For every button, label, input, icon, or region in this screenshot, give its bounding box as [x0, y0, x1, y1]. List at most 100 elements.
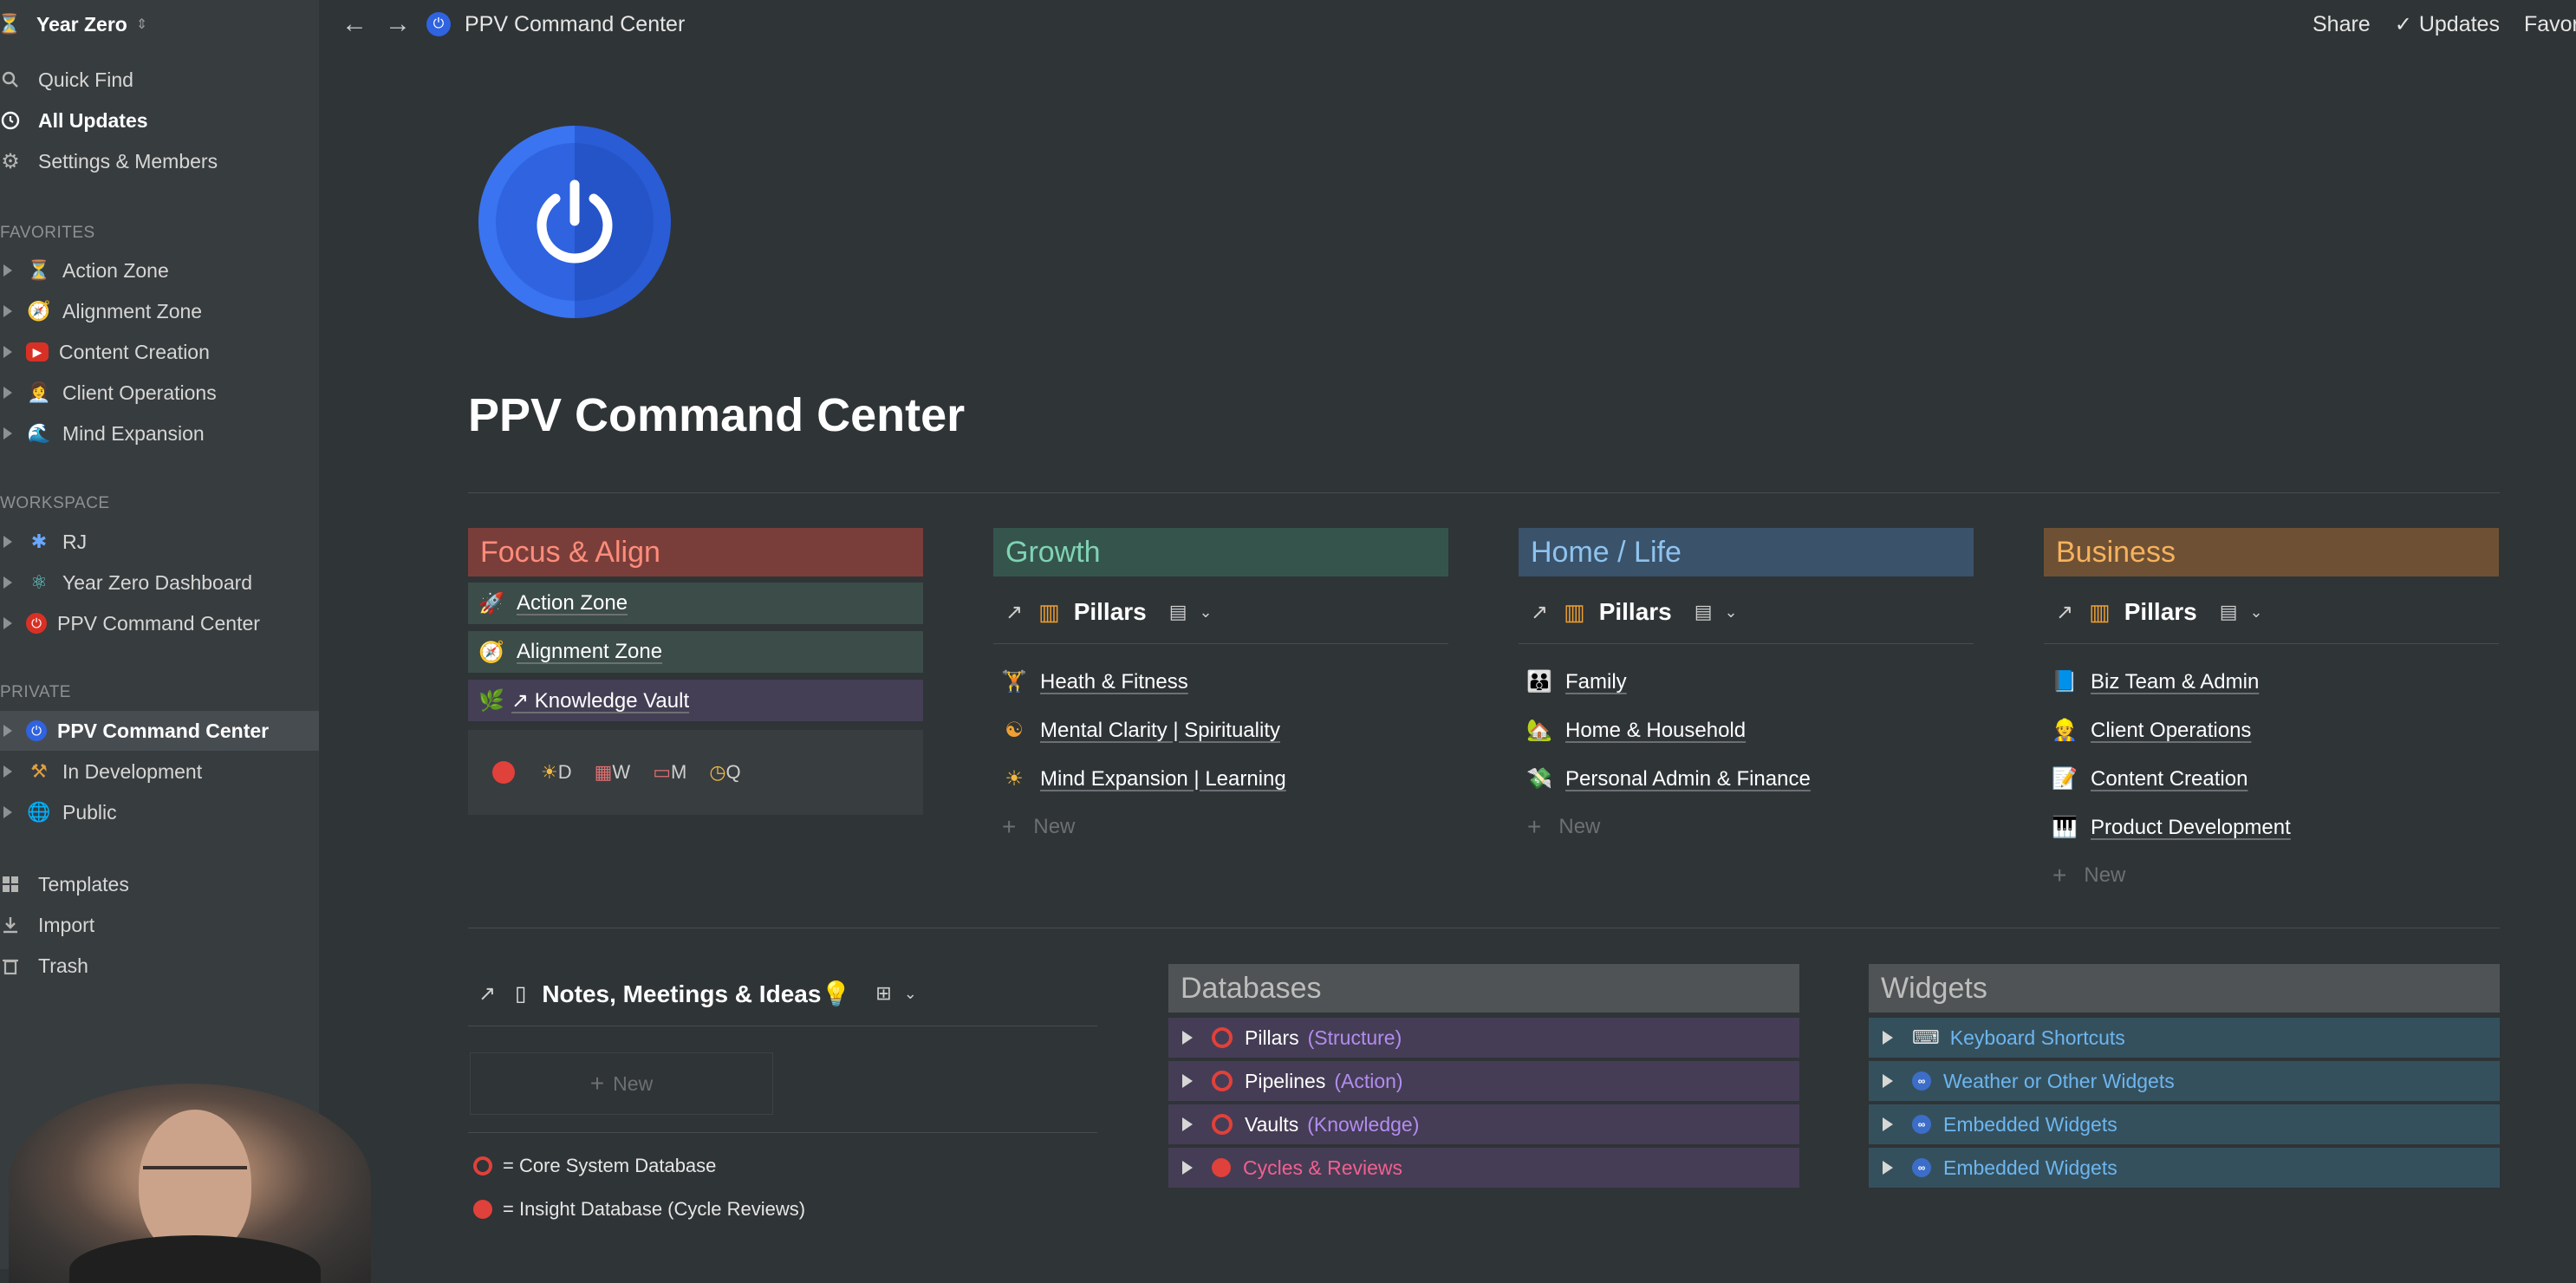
growth-item-health[interactable]: 🏋 Heath & Fitness: [1000, 669, 1188, 694]
forward-arrow-icon[interactable]: →: [385, 10, 411, 39]
expand-toggle[interactable]: [3, 617, 12, 629]
private-item-public[interactable]: 🌐 Public: [0, 795, 117, 830]
business-item-biz-team[interactable]: 📘 Biz Team & Admin: [2051, 669, 2259, 694]
toggle-triangle-icon[interactable]: [1883, 1031, 1893, 1045]
workspace-item-ppv[interactable]: ⏻ PPV Command Center: [0, 606, 260, 641]
back-arrow-icon[interactable]: ←: [342, 10, 368, 39]
keyboard-icon: ⌨: [1912, 1026, 1940, 1048]
business-new-button[interactable]: + New: [2052, 862, 2125, 889]
growth-item-mind[interactable]: ☀ Mind Expansion | Learning: [1000, 766, 1286, 791]
monthly-link[interactable]: ▭M: [653, 761, 686, 784]
growth-new-button[interactable]: + New: [1002, 813, 1075, 841]
home-item-family[interactable]: 👪 Family: [1525, 669, 1627, 694]
widget-row-embedded-1[interactable]: ∞ Embedded Widgets: [1869, 1104, 2500, 1144]
new-label: New: [613, 1071, 654, 1095]
all-updates[interactable]: All Updates: [0, 103, 148, 138]
clock-icon: ◷: [709, 761, 726, 783]
workspace-switcher[interactable]: ⏳ Year Zero ⇕: [0, 10, 147, 38]
db-row-cycles[interactable]: Cycles & Reviews: [1168, 1148, 1799, 1188]
focus-item-alignment-zone[interactable]: 🧭 Alignment Zone: [468, 631, 923, 673]
expand-toggle[interactable]: [3, 305, 12, 317]
favorite-mind-expansion[interactable]: 🌊 Mind Expansion: [0, 416, 205, 451]
db-row-pipelines[interactable]: Pipelines (Action): [1168, 1061, 1799, 1101]
favorite-client-operations[interactable]: 👩‍💼 Client Operations: [0, 375, 217, 410]
workspace-item-dashboard[interactable]: ⚛ Year Zero Dashboard: [0, 565, 252, 600]
toggle-triangle-icon[interactable]: [1182, 1117, 1193, 1131]
favorite-button[interactable]: Favorite: [2524, 12, 2576, 37]
toggle-triangle-icon[interactable]: [1182, 1031, 1193, 1045]
quick-find[interactable]: Quick Find: [0, 62, 133, 97]
templates-link[interactable]: Templates: [0, 867, 129, 902]
home-item-finance[interactable]: 💸 Personal Admin & Finance: [1525, 766, 1811, 791]
chevron-down-icon[interactable]: ⌄: [1725, 603, 1738, 622]
item-label: Heath & Fitness: [1040, 669, 1188, 694]
page-icon[interactable]: [478, 126, 671, 318]
asterisk-icon: ✱: [30, 531, 48, 552]
daily-link[interactable]: ☀D: [541, 761, 572, 784]
favorite-alignment-zone[interactable]: 🧭 Alignment Zone: [0, 294, 202, 329]
trash-link[interactable]: Trash: [0, 948, 88, 983]
business-item-content[interactable]: 📝 Content Creation: [2051, 766, 2247, 791]
quarterly-link[interactable]: ◷Q: [709, 761, 740, 784]
settings-members[interactable]: ⚙ Settings & Members: [0, 144, 218, 179]
expand-toggle[interactable]: [3, 346, 12, 358]
table-view-icon[interactable]: ⊞: [875, 982, 891, 1005]
toggle-triangle-icon[interactable]: [1883, 1161, 1893, 1175]
notes-view[interactable]: ↗ ▯ Notes, Meetings & Ideas💡 ⊞ ⌄: [478, 976, 917, 1011]
chevron-down-icon[interactable]: ⌄: [1200, 603, 1213, 622]
share-button[interactable]: Share: [2313, 12, 2371, 37]
updates-button[interactable]: Updates: [2419, 12, 2500, 37]
business-item-product[interactable]: 🎹 Product Development: [2051, 815, 2291, 840]
expand-toggle[interactable]: [3, 576, 12, 589]
expand-toggle[interactable]: [3, 536, 12, 548]
chevron-down-icon[interactable]: ⌄: [904, 985, 917, 1003]
expand-toggle[interactable]: [3, 387, 12, 399]
focus-item-knowledge-vault[interactable]: 🌿 ↗ Knowledge Vault: [468, 680, 923, 721]
business-pillars-view[interactable]: ↗ ▥ Pillars ▤ ⌄: [2056, 595, 2263, 629]
growth-pillars-view[interactable]: ↗ ▥ Pillars ▤ ⌄: [1005, 595, 1213, 629]
list-view-icon[interactable]: ▤: [1695, 601, 1713, 623]
expand-toggle[interactable]: [3, 725, 12, 737]
widget-row-keyboard[interactable]: ⌨ Keyboard Shortcuts: [1869, 1018, 2500, 1058]
toggle-triangle-icon[interactable]: [1883, 1074, 1893, 1088]
chevron-down-icon[interactable]: ⌄: [2250, 603, 2263, 622]
toggle-triangle-icon[interactable]: [1182, 1074, 1193, 1088]
item-label: Home & Household: [1565, 718, 1747, 742]
wave-icon: 🌊: [27, 422, 51, 444]
weekly-link[interactable]: ▦W: [595, 761, 631, 784]
red-circle-icon[interactable]: [492, 761, 515, 784]
toggle-triangle-icon[interactable]: [1182, 1161, 1193, 1175]
page-title[interactable]: PPV Command Center: [468, 388, 965, 442]
widget-row-embedded-2[interactable]: ∞ Embedded Widgets: [1869, 1148, 2500, 1188]
breadcrumb-title[interactable]: PPV Command Center: [465, 12, 685, 37]
home-pillars-view[interactable]: ↗ ▥ Pillars ▤ ⌄: [1531, 595, 1738, 629]
focus-item-label: Alignment Zone: [517, 640, 663, 663]
business-item-client-ops[interactable]: 👷 Client Operations: [2051, 718, 2251, 743]
db-name: Pipelines: [1245, 1069, 1326, 1092]
home-item-household[interactable]: 🏡 Home & Household: [1525, 718, 1746, 743]
favorite-content-creation[interactable]: ▶ Content Creation: [0, 335, 210, 369]
workspace-item-rj[interactable]: ✱ RJ: [0, 524, 87, 559]
notes-new-button[interactable]: + New: [470, 1052, 773, 1115]
list-view-icon[interactable]: ▤: [1169, 601, 1187, 623]
widget-row-weather[interactable]: ∞ Weather or Other Widgets: [1869, 1061, 2500, 1101]
expand-toggle[interactable]: [3, 264, 12, 277]
expand-toggle[interactable]: [3, 427, 12, 440]
import-link[interactable]: Import: [0, 908, 94, 942]
home-new-button[interactable]: + New: [1527, 813, 1600, 841]
db-row-pillars[interactable]: Pillars (Structure): [1168, 1018, 1799, 1058]
private-item-ppv[interactable]: ⏻ PPV Command Center: [0, 713, 269, 748]
list-view-icon[interactable]: ▤: [2220, 601, 2238, 623]
private-item-in-development[interactable]: ⚒ In Development: [0, 754, 202, 789]
focus-item-action-zone[interactable]: 🚀 Action Zone: [468, 583, 923, 624]
growth-item-mental[interactable]: ☯ Mental Clarity | Spirituality: [1000, 718, 1280, 743]
expand-toggle[interactable]: [3, 806, 12, 818]
play-icon: ▶: [26, 342, 49, 361]
power-icon: ⏻: [26, 720, 47, 741]
expand-toggle[interactable]: [3, 765, 12, 778]
db-row-vaults[interactable]: Vaults (Knowledge): [1168, 1104, 1799, 1144]
favorite-action-zone[interactable]: ⏳ Action Zone: [0, 253, 169, 288]
toggle-triangle-icon[interactable]: [1883, 1117, 1893, 1131]
check-icon: ✓: [2394, 12, 2412, 36]
daily-label: D: [557, 761, 572, 783]
